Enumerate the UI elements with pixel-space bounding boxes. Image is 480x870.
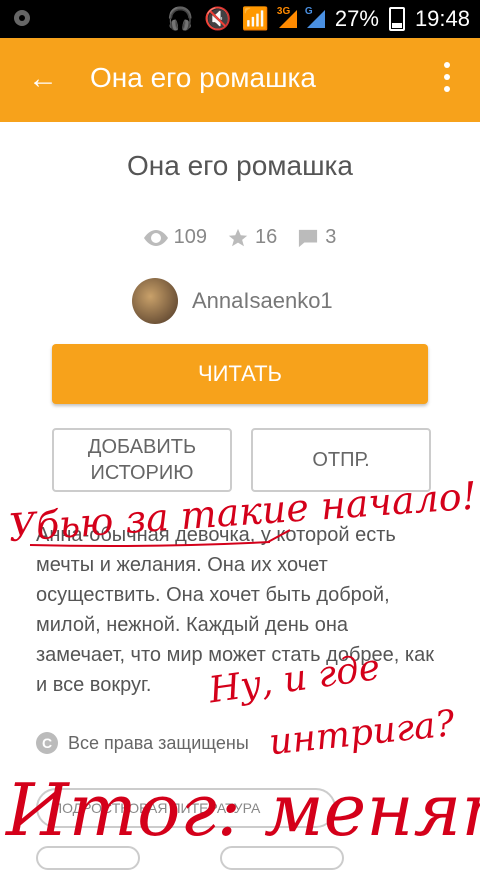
eye-icon — [143, 229, 168, 246]
battery-icon — [388, 7, 405, 31]
wifi-icon: 📶 — [241, 6, 269, 31]
tag-chip[interactable] — [36, 846, 140, 870]
send-button[interactable]: ОТПР. — [251, 428, 431, 492]
rights-text: Все права защищены — [68, 732, 249, 753]
stars-count: 16 — [255, 226, 278, 248]
avatar[interactable] — [132, 278, 178, 324]
headphones-icon: 🎧 — [166, 6, 195, 31]
story-stats: 109 16 3 — [0, 226, 480, 249]
author-name[interactable]: AnnaIsaenko1 — [192, 288, 333, 314]
battery-percent: 27% — [334, 6, 379, 31]
signal-g-icon: G — [305, 6, 325, 28]
mute-icon: 🔇 — [204, 6, 232, 31]
clock: 19:48 — [414, 6, 470, 31]
story-description: Анна-обычная девочка, у которой есть меч… — [36, 524, 434, 696]
add-story-button[interactable]: ДОБАВИТЬ ИСТОРИЮ — [52, 428, 232, 492]
handwritten-annotations: Убью за такие начало! Ну, и где интрига?… — [4, 474, 480, 852]
comments-count: 3 — [325, 226, 337, 248]
tag-chip[interactable] — [220, 846, 344, 870]
toolbar-title: Она его ромашка — [90, 62, 316, 93]
author[interactable]: AnnaIsaenko1 — [132, 278, 333, 324]
views-count: 109 — [173, 226, 207, 248]
annotation-3: интрига? — [267, 703, 457, 763]
genre-tag[interactable]: ПОДРОСТКОВАЯ ЛИТЕРАТУРА — [36, 788, 336, 828]
signal-3g-icon: 3G — [277, 6, 297, 28]
net-type-3g: 3G — [276, 6, 291, 17]
copyright-icon: C — [36, 732, 58, 754]
arrow-back-icon[interactable]: ← — [28, 64, 58, 94]
stars-stat: 16 — [227, 226, 277, 249]
star-icon — [228, 228, 248, 246]
app-toolbar: ← Она его ромашка — [0, 38, 480, 122]
read-button[interactable]: ЧИТАТЬ — [52, 344, 428, 404]
views-stat: 109 — [143, 226, 207, 249]
net-type-g: G — [304, 6, 313, 17]
more-vert-icon[interactable] — [444, 62, 450, 98]
comments-stat: 3 — [297, 226, 336, 249]
copyright: C Все права защищены — [36, 732, 249, 754]
story-title: Она его ромашка — [127, 150, 353, 181]
status-app-icon — [14, 10, 30, 26]
status-bar: 🎧 🔇 📶 3G G 27% 19:48 — [0, 0, 480, 38]
comment-icon — [299, 229, 318, 247]
status-icons: 🎧 🔇 📶 3G G 27% 19:48 — [167, 0, 470, 38]
